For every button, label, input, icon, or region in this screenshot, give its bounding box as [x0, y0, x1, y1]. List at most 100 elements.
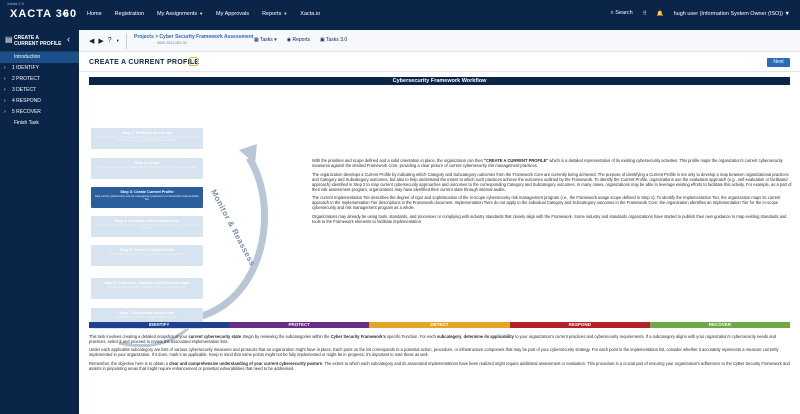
description-paragraph: The current Implementation Tier describe… [312, 195, 781, 211]
step-desc: Identify related systems and assets, reg… [96, 166, 198, 169]
chevron-down-icon: ▼ [199, 11, 204, 16]
workflow-header: Cybersecurity Framework Workflow [89, 77, 790, 85]
step-title: Step 3: Create Current Profile [120, 190, 174, 194]
sidebar-item-identify[interactable]: › 1 IDENTIFY [0, 63, 79, 74]
sidebar-item-label: 4 RESPOND [12, 98, 41, 104]
instruction-paragraph: Under each applicable subcategory are li… [89, 347, 779, 358]
workflow-step-3: Step 3: Create Current Profile Map curren… [91, 187, 203, 208]
chevron-right-icon: › [4, 109, 6, 115]
sidebar-item-finish-task[interactable]: Finish Task [0, 118, 79, 129]
grid-icon[interactable]: ⠿ [643, 11, 647, 17]
chevron-down-icon: ▼ [283, 11, 288, 16]
workflow-step-1: Step 1: Prioritize and Scope Identify bus… [91, 128, 203, 149]
breadcrumb[interactable]: Projects > Cyber Security Framework Asse… [134, 34, 253, 40]
text-run: specific Function. For each [385, 334, 438, 339]
nav-my-approvals[interactable]: My Approvals [216, 11, 249, 17]
reports-button[interactable]: ◉ Reports [287, 37, 310, 43]
workflow-step-6: Step 6: Determine, Analyze, and Prioriti… [91, 278, 203, 299]
page-header: CREATE A CURRENT PROFILE ☆ Next [79, 52, 800, 72]
step-desc: Describe the desired cybersecurity outco… [109, 253, 185, 256]
project-id: 0000-2021-001-00 [157, 41, 187, 45]
document-icon: ▤ [5, 35, 13, 44]
text-run-bold: determine its applicability [463, 334, 514, 339]
nav-home[interactable]: Home [87, 11, 102, 17]
step-title: Step 6: Determine, Analyze, and Prioriti… [104, 281, 190, 285]
chevron-left-icon[interactable]: ‹ [67, 34, 70, 44]
step-desc: Analyze the operational environment to d… [95, 224, 199, 231]
band-protect: PROTECT [229, 322, 370, 328]
sidebar-item-detect[interactable]: › 3 DETECT [0, 85, 79, 96]
workflow-step-5: Step 5: Create a Target Profile Describe … [91, 245, 203, 266]
nav-registration[interactable]: Registration [115, 11, 144, 17]
main-nav: Home Registration My Assignments ▼ My App… [87, 11, 320, 17]
sidebar-item-label: 3 DETECT [12, 87, 37, 93]
sidebar-header: ▤ CREATE A CURRENT PROFILE ‹ [0, 30, 79, 52]
tasks-3-label: Tasks 3.0 [326, 37, 348, 43]
tasks-label: Tasks [260, 37, 273, 43]
band-recover: RECOVER [649, 322, 791, 328]
step-title: Step 4: Conduct a Risk Assessment [114, 219, 180, 223]
chevron-right-icon: › [4, 65, 6, 71]
sidebar-item-recover[interactable]: › 5 RECOVER [0, 107, 79, 118]
step-description: With the priorities and scope defined an… [312, 158, 792, 229]
nav-reports-label: Reports [262, 11, 282, 17]
back-icon[interactable]: ◀ [89, 37, 94, 45]
workflow-step-2: Step 2: Orient Identify related systems a… [91, 158, 203, 179]
sidebar-toggle-icon[interactable]: « [62, 8, 68, 20]
band-identify: IDENTIFY [89, 322, 230, 328]
nav-my-assignments[interactable]: My Assignments ▼ [157, 11, 203, 17]
step-title: Step 1: Prioritize and Scope [121, 131, 173, 135]
toolbar-actions: ▦ Tasks ▾ ◉ Reports ▣ Tasks 3.0 [254, 37, 347, 43]
sidebar-item-protect[interactable]: › 2 PROTECT [0, 74, 79, 85]
step-desc: Map current cybersecurity and risk manag… [95, 195, 199, 202]
chevron-right-icon: › [4, 76, 6, 82]
top-navigation-bar: Xacta 2.0 XACTA 360 « Home Registration … [0, 0, 800, 30]
step-desc: Determine which actions to take to addre… [116, 316, 178, 319]
sidebar-title: CREATE A CURRENT PROFILE [14, 35, 62, 47]
sidebar-item-introduction[interactable]: Introduction [0, 52, 79, 63]
step-title: Step 7: Implement Action Plan [119, 311, 175, 315]
function-bands: IDENTIFY PROTECT DETECT RESPOND RECOVER [89, 322, 791, 328]
forward-icon[interactable]: ▶ [98, 37, 103, 45]
chevron-down-icon[interactable]: ▼ [116, 37, 120, 45]
search-icon: ⌕ [610, 10, 614, 16]
page-title: CREATE A CURRENT PROFILE [89, 59, 200, 66]
nav-xacta-io[interactable]: Xacta.io [300, 11, 320, 17]
task-instructions: This task involves creating a detailed s… [89, 334, 790, 375]
description-paragraph: The organization develops a Current Prof… [312, 171, 792, 192]
user-name: hugh user (Information System Owner (ISO… [673, 10, 784, 17]
step-desc: Identify business/mission objectives and… [95, 136, 199, 143]
app-root: Xacta 2.0 XACTA 360 « Home Registration … [0, 0, 800, 414]
description-paragraph: Organizations may already be using tools… [312, 214, 787, 225]
bell-icon[interactable]: 🔔 [657, 11, 664, 17]
search-button[interactable]: ⌕ Search [611, 10, 633, 17]
nav-my-assignments-label: My Assignments [157, 11, 198, 17]
sidebar: ▤ CREATE A CURRENT PROFILE ‹ Introductio… [0, 30, 79, 414]
user-menu[interactable]: hugh user (Information System Owner (ISO… [674, 11, 790, 17]
tasks-3-button[interactable]: ▣ Tasks 3.0 [320, 37, 347, 43]
workflow-diagram: Step 1: Prioritize and Scope Identify bus… [89, 88, 304, 350]
tasks-menu[interactable]: ▦ Tasks ▾ [254, 37, 277, 43]
reports-label: Reports [292, 37, 310, 43]
step-desc: Compare the Current Profile and the Targ… [107, 286, 187, 289]
next-button[interactable]: Next [767, 58, 790, 67]
instruction-paragraph: This task involves creating a detailed s… [89, 334, 790, 345]
toolbar-divider [126, 33, 127, 49]
step-title: Step 2: Orient [134, 161, 160, 165]
sidebar-item-label: 5 RECOVER [12, 109, 41, 115]
band-respond: RESPOND [509, 322, 650, 328]
chevron-down-icon: ▼ [783, 10, 790, 17]
description-paragraph: With the priorities and scope defined an… [312, 158, 792, 169]
search-label: Search [615, 10, 633, 16]
sidebar-item-label: 2 PROTECT [12, 76, 41, 82]
help-icon[interactable]: ? [108, 37, 112, 45]
text-run: . Begin by reviewing the subcategories w… [241, 334, 331, 339]
top-right-controls: ⌕ Search ⠿ 🔔 hugh user (Information Syst… [611, 10, 790, 17]
history-controls: ◀ ▶ ? ▼ [89, 37, 120, 45]
step-title: Step 5: Create a Target Profile [120, 248, 174, 252]
star-icon[interactable]: ☆ [189, 57, 198, 66]
sidebar-item-respond[interactable]: › 4 RESPOND [0, 96, 79, 107]
instruction-paragraph: Remember, the objective here is to obtai… [89, 361, 790, 372]
sidebar-item-label: 1 IDENTIFY [12, 65, 39, 71]
nav-reports[interactable]: Reports ▼ [262, 11, 287, 17]
